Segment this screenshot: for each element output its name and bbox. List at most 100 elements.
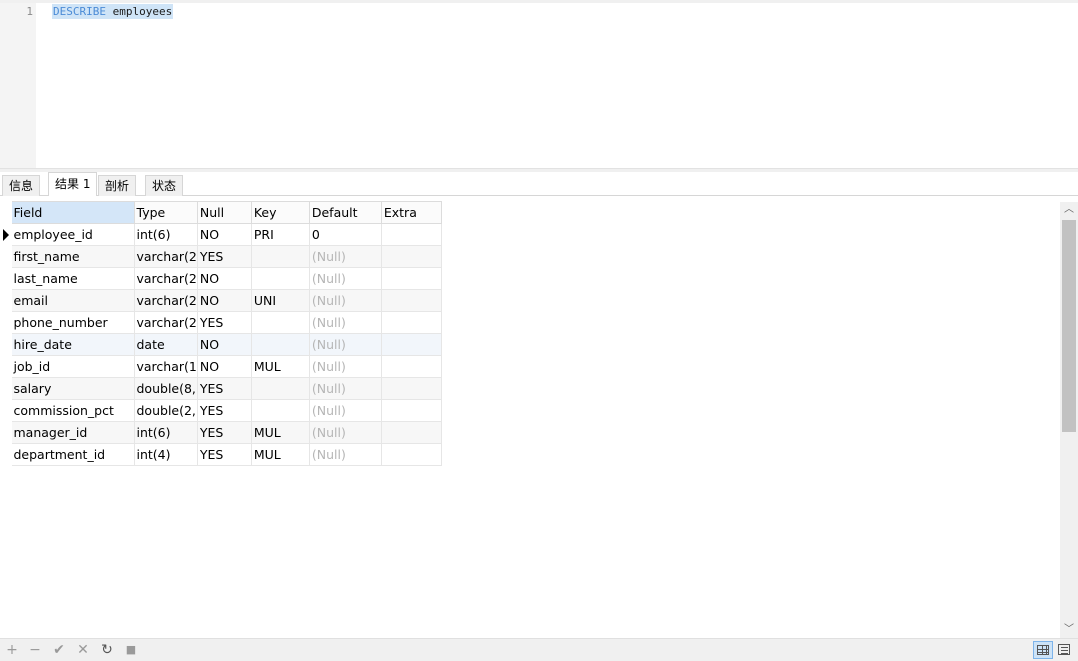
table-row[interactable]: first_name varchar(2 YES (Null): [0, 245, 442, 268]
cell-null[interactable]: YES: [196, 377, 252, 400]
cell-key[interactable]: [250, 333, 310, 356]
cell-default[interactable]: (Null): [308, 267, 382, 290]
tab-profile[interactable]: 剖析: [98, 175, 137, 196]
apply-icon[interactable]: ✔: [50, 642, 68, 658]
tab-status[interactable]: 状态: [145, 175, 184, 196]
cell-default[interactable]: (Null): [308, 377, 382, 400]
scroll-down-icon[interactable]: ﹀: [1060, 622, 1078, 638]
cell-field[interactable]: job_id: [10, 355, 135, 378]
cell-null[interactable]: NO: [196, 289, 252, 312]
cell-extra[interactable]: [380, 377, 442, 400]
form-view-button[interactable]: [1055, 641, 1075, 659]
discard-icon[interactable]: ✕: [74, 642, 92, 658]
table-row[interactable]: last_name varchar(2 NO (Null): [0, 267, 442, 290]
scroll-thumb[interactable]: [1062, 220, 1076, 432]
column-header-null[interactable]: Null: [196, 201, 252, 224]
cell-null[interactable]: YES: [196, 443, 252, 466]
cell-type[interactable]: varchar(2: [133, 267, 198, 290]
cell-field[interactable]: salary: [10, 377, 135, 400]
cell-key[interactable]: MUL: [250, 355, 310, 378]
table-row[interactable]: phone_number varchar(2 YES (Null): [0, 311, 442, 334]
grid-view-button[interactable]: [1033, 641, 1053, 659]
table-row[interactable]: salary double(8, YES (Null): [0, 377, 442, 400]
cell-type[interactable]: date: [133, 333, 198, 356]
cell-default[interactable]: (Null): [308, 245, 382, 268]
column-header-default[interactable]: Default: [308, 201, 382, 224]
cell-type[interactable]: int(6): [133, 421, 198, 444]
table-row[interactable]: employee_id int(6) NO PRI 0: [0, 223, 442, 246]
cell-default[interactable]: (Null): [308, 333, 382, 356]
cell-type[interactable]: int(6): [133, 223, 198, 246]
cell-null[interactable]: YES: [196, 399, 252, 422]
table-row[interactable]: email varchar(2 NO UNI (Null): [0, 289, 442, 312]
add-row-icon[interactable]: +: [3, 642, 21, 658]
cell-type[interactable]: varchar(2: [133, 289, 198, 312]
column-header-key[interactable]: Key: [250, 201, 310, 224]
table-row[interactable]: hire_date date NO (Null): [0, 333, 442, 356]
cell-key[interactable]: [250, 245, 310, 268]
sql-editor[interactable]: 1 DESCRIBE employees: [0, 0, 1078, 168]
table-row[interactable]: manager_id int(6) YES MUL (Null): [0, 421, 442, 444]
cell-field[interactable]: employee_id: [10, 223, 135, 246]
scroll-up-icon[interactable]: ︿: [1060, 202, 1078, 218]
cell-default[interactable]: (Null): [308, 443, 382, 466]
cell-field[interactable]: department_id: [10, 443, 135, 466]
delete-row-icon[interactable]: −: [26, 642, 44, 658]
table-row[interactable]: department_id int(4) YES MUL (Null): [0, 443, 442, 466]
cell-field[interactable]: hire_date: [10, 333, 135, 356]
cell-null[interactable]: NO: [196, 355, 252, 378]
cell-default[interactable]: (Null): [308, 399, 382, 422]
cell-extra[interactable]: [380, 289, 442, 312]
column-header-extra[interactable]: Extra: [380, 201, 442, 224]
cell-null[interactable]: YES: [196, 245, 252, 268]
cell-default[interactable]: (Null): [308, 289, 382, 312]
cell-field[interactable]: last_name: [10, 267, 135, 290]
cell-type[interactable]: varchar(1: [133, 355, 198, 378]
cell-extra[interactable]: [380, 267, 442, 290]
cell-key[interactable]: [250, 311, 310, 334]
cell-extra[interactable]: [380, 355, 442, 378]
cell-field[interactable]: commission_pct: [10, 399, 135, 422]
cell-type[interactable]: double(8,: [133, 377, 198, 400]
tab-info[interactable]: 信息: [2, 175, 41, 196]
cell-null[interactable]: YES: [196, 421, 252, 444]
cell-default[interactable]: (Null): [308, 311, 382, 334]
cell-extra[interactable]: [380, 223, 442, 246]
cell-field[interactable]: manager_id: [10, 421, 135, 444]
cell-key[interactable]: [250, 377, 310, 400]
column-header-type[interactable]: Type: [133, 201, 198, 224]
cell-default[interactable]: 0: [308, 223, 382, 246]
refresh-icon[interactable]: ↻: [98, 642, 116, 658]
sql-statement[interactable]: DESCRIBE employees: [52, 4, 174, 19]
cell-null[interactable]: NO: [196, 267, 252, 290]
cell-null[interactable]: NO: [196, 333, 252, 356]
cell-type[interactable]: double(2,: [133, 399, 198, 422]
cell-key[interactable]: [250, 399, 310, 422]
cell-null[interactable]: YES: [196, 311, 252, 334]
cell-key[interactable]: PRI: [250, 223, 310, 246]
cell-key[interactable]: MUL: [250, 421, 310, 444]
cell-field[interactable]: email: [10, 289, 135, 312]
cell-type[interactable]: varchar(2: [133, 311, 198, 334]
cell-extra[interactable]: [380, 245, 442, 268]
cell-field[interactable]: phone_number: [10, 311, 135, 334]
cell-default[interactable]: (Null): [308, 355, 382, 378]
cell-type[interactable]: int(4): [133, 443, 198, 466]
cell-default[interactable]: (Null): [308, 421, 382, 444]
cell-extra[interactable]: [380, 311, 442, 334]
cell-type[interactable]: varchar(2: [133, 245, 198, 268]
tab-result-1[interactable]: 结果 1: [48, 172, 98, 196]
cell-key[interactable]: UNI: [250, 289, 310, 312]
vertical-scrollbar[interactable]: ︿ ﹀: [1060, 202, 1078, 638]
cell-extra[interactable]: [380, 333, 442, 356]
cell-null[interactable]: NO: [196, 223, 252, 246]
cell-extra[interactable]: [380, 399, 442, 422]
stop-icon[interactable]: ■: [122, 642, 140, 658]
table-row[interactable]: commission_pct double(2, YES (Null): [0, 399, 442, 422]
result-grid[interactable]: Field Type Null Key Default Extra employ…: [0, 197, 1060, 638]
column-header-field[interactable]: Field: [10, 201, 135, 224]
table-row[interactable]: job_id varchar(1 NO MUL (Null): [0, 355, 442, 378]
cell-key[interactable]: [250, 267, 310, 290]
cell-extra[interactable]: [380, 421, 442, 444]
cell-extra[interactable]: [380, 443, 442, 466]
